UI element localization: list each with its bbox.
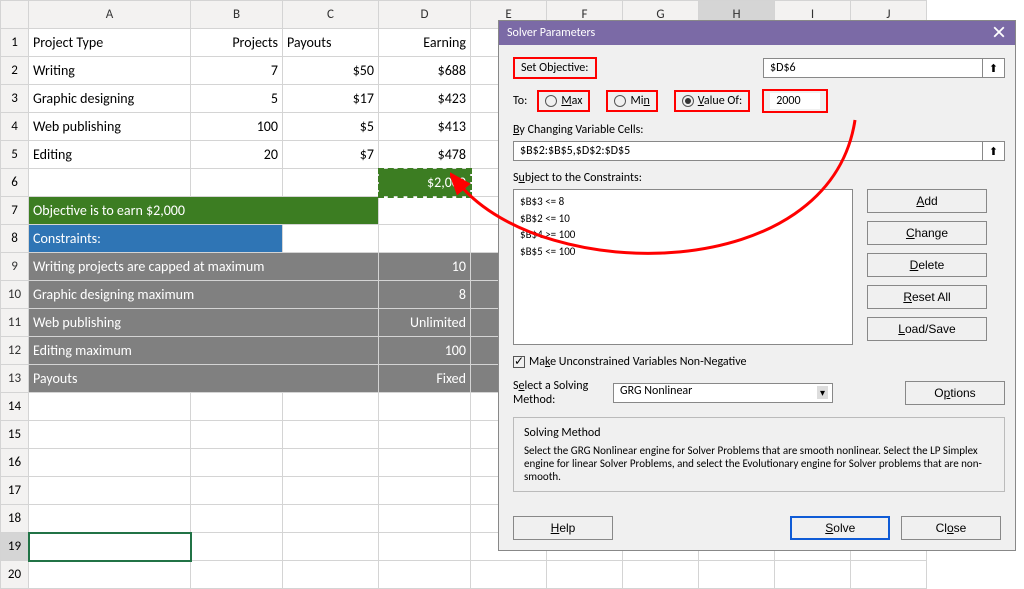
min-label: Min — [630, 94, 649, 108]
col-header-C[interactable]: C — [283, 1, 379, 29]
row-header-8[interactable]: 8 — [1, 225, 29, 253]
row-header-11[interactable]: 11 — [1, 309, 29, 337]
constraint-3-val[interactable]: Unlimited — [379, 309, 471, 337]
cell-B5[interactable]: 20 — [191, 141, 283, 169]
constraints-listbox[interactable]: $B$3 <= 8 $B$2 <= 10 $B$4 >= 100 $B$5 <=… — [513, 189, 853, 345]
cell-A19-selected[interactable] — [29, 533, 191, 561]
cell-C1[interactable]: Payouts — [283, 29, 379, 57]
solve-button[interactable]: Solve — [790, 516, 890, 540]
constraint-3-text[interactable]: Web publishing — [29, 309, 379, 337]
dialog-titlebar[interactable]: Solver Parameters — [499, 21, 1015, 45]
constraint-4-val[interactable]: 100 — [379, 337, 471, 365]
cell-D1[interactable]: Earning — [379, 29, 471, 57]
cell-C4[interactable]: $5 — [283, 113, 379, 141]
delete-button[interactable]: Delete — [867, 253, 987, 277]
cell-A4[interactable]: Web publishing — [29, 113, 191, 141]
row-header-6[interactable]: 6 — [1, 169, 29, 197]
row-header-19[interactable]: 19 — [1, 533, 29, 561]
cell-B3[interactable]: 5 — [191, 85, 283, 113]
add-button[interactable]: Add — [867, 189, 987, 213]
row-header-9[interactable]: 9 — [1, 253, 29, 281]
row-header-14[interactable]: 14 — [1, 393, 29, 421]
row-header-1[interactable]: 1 — [1, 29, 29, 57]
row-header-18[interactable]: 18 — [1, 505, 29, 533]
cell-D2[interactable]: $688 — [379, 57, 471, 85]
col-header-A[interactable]: A — [29, 1, 191, 29]
objective-text[interactable]: Objective is to earn $2,000 — [29, 197, 379, 225]
constraint-5-text[interactable]: Payouts — [29, 365, 379, 393]
row-header-3[interactable]: 3 — [1, 85, 29, 113]
valueof-input[interactable] — [770, 93, 820, 109]
nonnegative-label: Make Unconstrained Variables Non-Negativ… — [529, 355, 747, 369]
cell-C5[interactable]: $7 — [283, 141, 379, 169]
row-header-15[interactable]: 15 — [1, 421, 29, 449]
cell-A1[interactable]: Project Type — [29, 29, 191, 57]
constraint-1-text[interactable]: Writing projects are capped at maximum — [29, 253, 379, 281]
row-header-5[interactable]: 5 — [1, 141, 29, 169]
change-button[interactable]: Change — [867, 221, 987, 245]
cell-B4[interactable]: 100 — [191, 113, 283, 141]
constraint-2-text[interactable]: Graphic designing maximum — [29, 281, 379, 309]
row-header-2[interactable]: 2 — [1, 57, 29, 85]
changing-cells-input[interactable] — [513, 141, 983, 161]
row-header-10[interactable]: 10 — [1, 281, 29, 309]
cell-D4[interactable]: $413 — [379, 113, 471, 141]
min-radio[interactable] — [614, 95, 626, 107]
to-label: To: — [513, 94, 527, 108]
cell-D3[interactable]: $423 — [379, 85, 471, 113]
cell-C2[interactable]: $50 — [283, 57, 379, 85]
close-icon[interactable] — [993, 26, 1007, 40]
row-header-7[interactable]: 7 — [1, 197, 29, 225]
options-button[interactable]: Options — [905, 381, 1005, 405]
constraint-2-val[interactable]: 8 — [379, 281, 471, 309]
row-header-16[interactable]: 16 — [1, 449, 29, 477]
solving-method-title: Solving Method — [524, 426, 994, 440]
dialog-title: Solver Parameters — [507, 26, 595, 40]
constraints-label[interactable]: Constraints: — [29, 225, 283, 253]
close-button[interactable]: Close — [901, 516, 1001, 540]
nonnegative-checkbox[interactable] — [513, 356, 525, 368]
solving-method-info: Solving Method Select the GRG Nonlinear … — [513, 417, 1005, 492]
cell-B2[interactable]: 7 — [191, 57, 283, 85]
cell-A5[interactable]: Editing — [29, 141, 191, 169]
row-header-17[interactable]: 17 — [1, 477, 29, 505]
valueof-radio[interactable] — [682, 95, 694, 107]
loadsave-button[interactable]: Load/Save — [867, 317, 987, 341]
max-label: Max — [561, 94, 582, 108]
constraint-1-val[interactable]: 10 — [379, 253, 471, 281]
row-header-20[interactable]: 20 — [1, 561, 29, 589]
range-picker-icon[interactable]: ⬆ — [983, 58, 1005, 78]
row-header-4[interactable]: 4 — [1, 113, 29, 141]
max-radio[interactable] — [545, 95, 557, 107]
constraint-4-text[interactable]: Editing maximum — [29, 337, 379, 365]
constraint-5-val[interactable]: Fixed — [379, 365, 471, 393]
cell-D5[interactable]: $478 — [379, 141, 471, 169]
select-all-corner[interactable] — [1, 1, 29, 29]
subject-constraints-label: Subject to the Constraints: — [513, 171, 1005, 185]
row-header-13[interactable]: 13 — [1, 365, 29, 393]
changing-cells-label: By Changing Variable Cells: — [513, 123, 1005, 137]
row-header-12[interactable]: 12 — [1, 337, 29, 365]
solver-parameters-dialog: Solver Parameters Set Objective: ⬆ To: M… — [498, 20, 1016, 551]
valueof-label: Value Of: — [698, 94, 742, 108]
range-picker-icon-2[interactable]: ⬆ — [983, 141, 1005, 161]
col-header-D[interactable]: D — [379, 1, 471, 29]
solving-method-select[interactable]: GRG Nonlinear — [613, 383, 833, 403]
col-header-B[interactable]: B — [191, 1, 283, 29]
help-button[interactable]: Help — [513, 516, 613, 540]
cell-B1[interactable]: Projects — [191, 29, 283, 57]
select-method-label: Select a Solving Method: — [513, 379, 603, 407]
cell-D6-total[interactable]: $2,000 — [379, 169, 471, 197]
cell-A2[interactable]: Writing — [29, 57, 191, 85]
set-objective-input[interactable] — [763, 58, 983, 78]
resetall-button[interactable]: Reset All — [867, 285, 987, 309]
solving-method-text: Select the GRG Nonlinear engine for Solv… — [524, 444, 994, 483]
cell-A3[interactable]: Graphic designing — [29, 85, 191, 113]
cell-C3[interactable]: $17 — [283, 85, 379, 113]
set-objective-label: Set Objective: — [513, 57, 597, 79]
